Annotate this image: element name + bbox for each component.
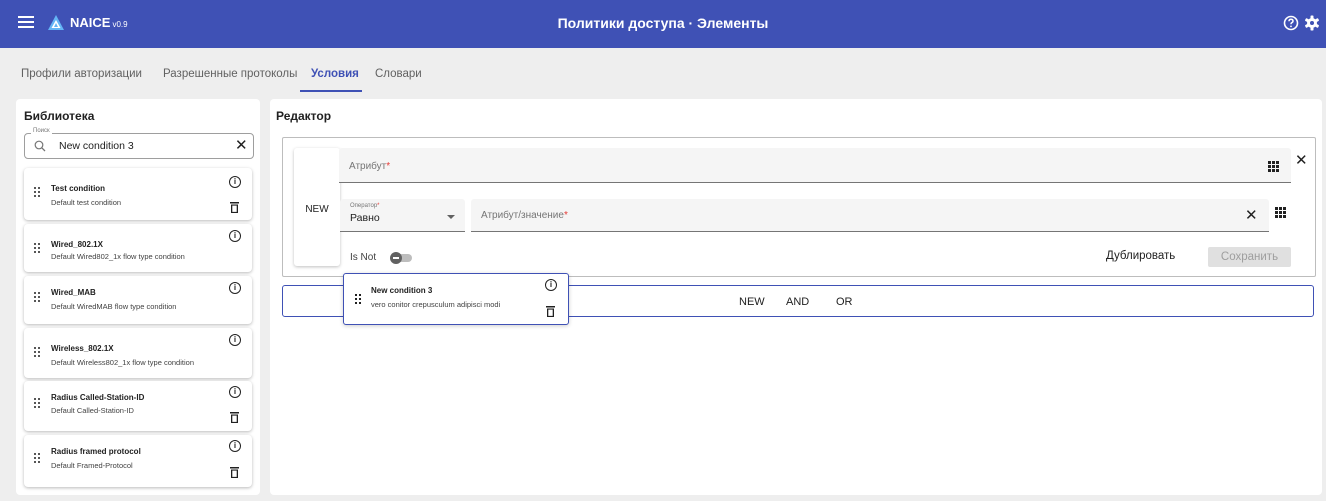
tab-bar: Профили авторизации Разрешенные протокол… — [0, 48, 1326, 97]
library-title: Библиотека — [24, 109, 95, 123]
dragging-condition-card[interactable]: New condition 3 vero conitor crepusculum… — [343, 273, 569, 325]
info-icon[interactable]: i — [229, 386, 241, 398]
active-tab-indicator — [300, 90, 362, 92]
clear-search-icon[interactable]: ✕ — [235, 138, 248, 153]
drag-handle-icon[interactable] — [34, 453, 40, 463]
operator-label: Оператор* — [350, 203, 380, 209]
tab-dictionaries[interactable]: Словари — [375, 68, 422, 80]
list-item[interactable]: Wired_MAB Default WiredMAB flow type con… — [24, 276, 252, 324]
new-condition-tab[interactable]: NEW — [294, 148, 340, 266]
drag-handle-icon[interactable] — [34, 243, 40, 253]
attribute-placeholder-text: Атрибут — [349, 161, 387, 172]
dictionary-grid-icon[interactable] — [1275, 207, 1286, 218]
condition-name: Radius framed protocol — [51, 447, 141, 456]
drag-handle-icon[interactable] — [34, 292, 40, 302]
condition-description: Default Framed-Protocol — [51, 461, 133, 470]
toggle-knob — [390, 252, 402, 264]
info-icon[interactable]: i — [229, 440, 241, 452]
drag-handle-icon[interactable] — [34, 398, 40, 408]
list-item[interactable]: Wired_802.1X Default Wired802_1x flow ty… — [24, 224, 252, 272]
list-item[interactable]: Wireless_802.1X Default Wireless802_1x f… — [24, 328, 252, 378]
page-title: Политики доступа · Элементы — [557, 15, 769, 31]
clear-value-icon[interactable]: ✕ — [1245, 208, 1258, 223]
info-icon[interactable]: i — [229, 334, 241, 346]
search-input[interactable] — [59, 138, 209, 154]
search-icon — [34, 140, 46, 152]
condition-name: Wired_MAB — [51, 288, 96, 297]
op-or-button[interactable]: OR — [836, 296, 853, 308]
save-button[interactable]: Сохранить — [1208, 247, 1291, 267]
attribute-field[interactable]: Атрибут* — [339, 148, 1291, 183]
drag-handle-icon[interactable] — [34, 347, 40, 357]
dictionary-grid-icon[interactable] — [1268, 161, 1279, 172]
remove-condition-icon[interactable]: ✕ — [1295, 153, 1308, 168]
library-panel: Библиотека Поиск ✕ Test condition Defaul… — [16, 99, 260, 495]
op-and-button[interactable]: AND — [786, 296, 809, 308]
list-item[interactable]: Test condition Default test condition i — [24, 168, 252, 220]
trash-icon[interactable] — [230, 467, 239, 478]
trash-icon[interactable] — [546, 306, 555, 317]
condition-description: Default Called-Station-ID — [51, 406, 134, 415]
help-icon[interactable] — [1283, 15, 1299, 31]
condition-name: Wired_802.1X — [51, 240, 103, 249]
list-item[interactable]: Radius framed protocol Default Framed-Pr… — [24, 435, 252, 487]
info-icon[interactable]: i — [229, 176, 241, 188]
tab-conditions[interactable]: Условия — [311, 68, 359, 80]
duplicate-button[interactable]: Дублировать — [1106, 250, 1175, 262]
condition-description: vero conitor crepusculum adipisci modi — [371, 300, 501, 309]
condition-name: Wireless_802.1X — [51, 344, 114, 353]
info-icon[interactable]: i — [229, 230, 241, 242]
condition-name: Test condition — [51, 184, 106, 193]
search-legend: Поиск — [31, 128, 52, 134]
chevron-down-icon — [447, 215, 455, 219]
is-not-label: Is Not — [350, 252, 377, 263]
condition-name: Radius Called-Station-ID — [51, 393, 145, 402]
condition-editor: NEW Атрибут* ✕ Оператор* Равно Атрибут/з… — [282, 137, 1316, 277]
tab-allowed-protocols[interactable]: Разрешенные протоколы — [163, 68, 297, 80]
drag-handle-icon[interactable] — [355, 294, 361, 304]
value-field[interactable]: Атрибут/значение* ✕ — [471, 199, 1269, 232]
trash-icon[interactable] — [230, 412, 239, 423]
gear-icon[interactable] — [1304, 15, 1320, 31]
attribute-placeholder: Атрибут* — [349, 161, 391, 172]
operator-value: Равно — [350, 212, 380, 224]
condition-name: New condition 3 — [371, 286, 433, 295]
info-icon[interactable]: i — [545, 279, 557, 291]
new-label: NEW — [305, 204, 329, 215]
app-bar: NAICE v0.9 Политики доступа · Элементы — [0, 0, 1326, 48]
condition-description: Default Wireless802_1x flow type conditi… — [51, 358, 194, 367]
operator-label-text: Оператор — [350, 203, 378, 209]
info-icon[interactable]: i — [229, 282, 241, 294]
trash-icon[interactable] — [230, 202, 239, 213]
search-field[interactable]: Поиск ✕ — [24, 128, 254, 159]
condition-description: Default Wired802_1x flow type condition — [51, 252, 185, 261]
value-placeholder-text: Атрибут/значение — [481, 210, 564, 221]
value-placeholder: Атрибут/значение* — [481, 210, 568, 221]
tab-auth-profiles[interactable]: Профили авторизации — [21, 68, 142, 80]
editor-title: Редактор — [276, 109, 332, 123]
list-item[interactable]: Radius Called-Station-ID Default Called-… — [24, 381, 252, 431]
op-new-button[interactable]: NEW — [739, 296, 765, 308]
condition-description: Default test condition — [51, 198, 122, 207]
operator-select[interactable]: Оператор* Равно — [340, 199, 465, 232]
condition-description: Default WiredMAB flow type condition — [51, 302, 177, 311]
is-not-toggle[interactable] — [390, 252, 412, 264]
drag-handle-icon[interactable] — [34, 187, 40, 197]
